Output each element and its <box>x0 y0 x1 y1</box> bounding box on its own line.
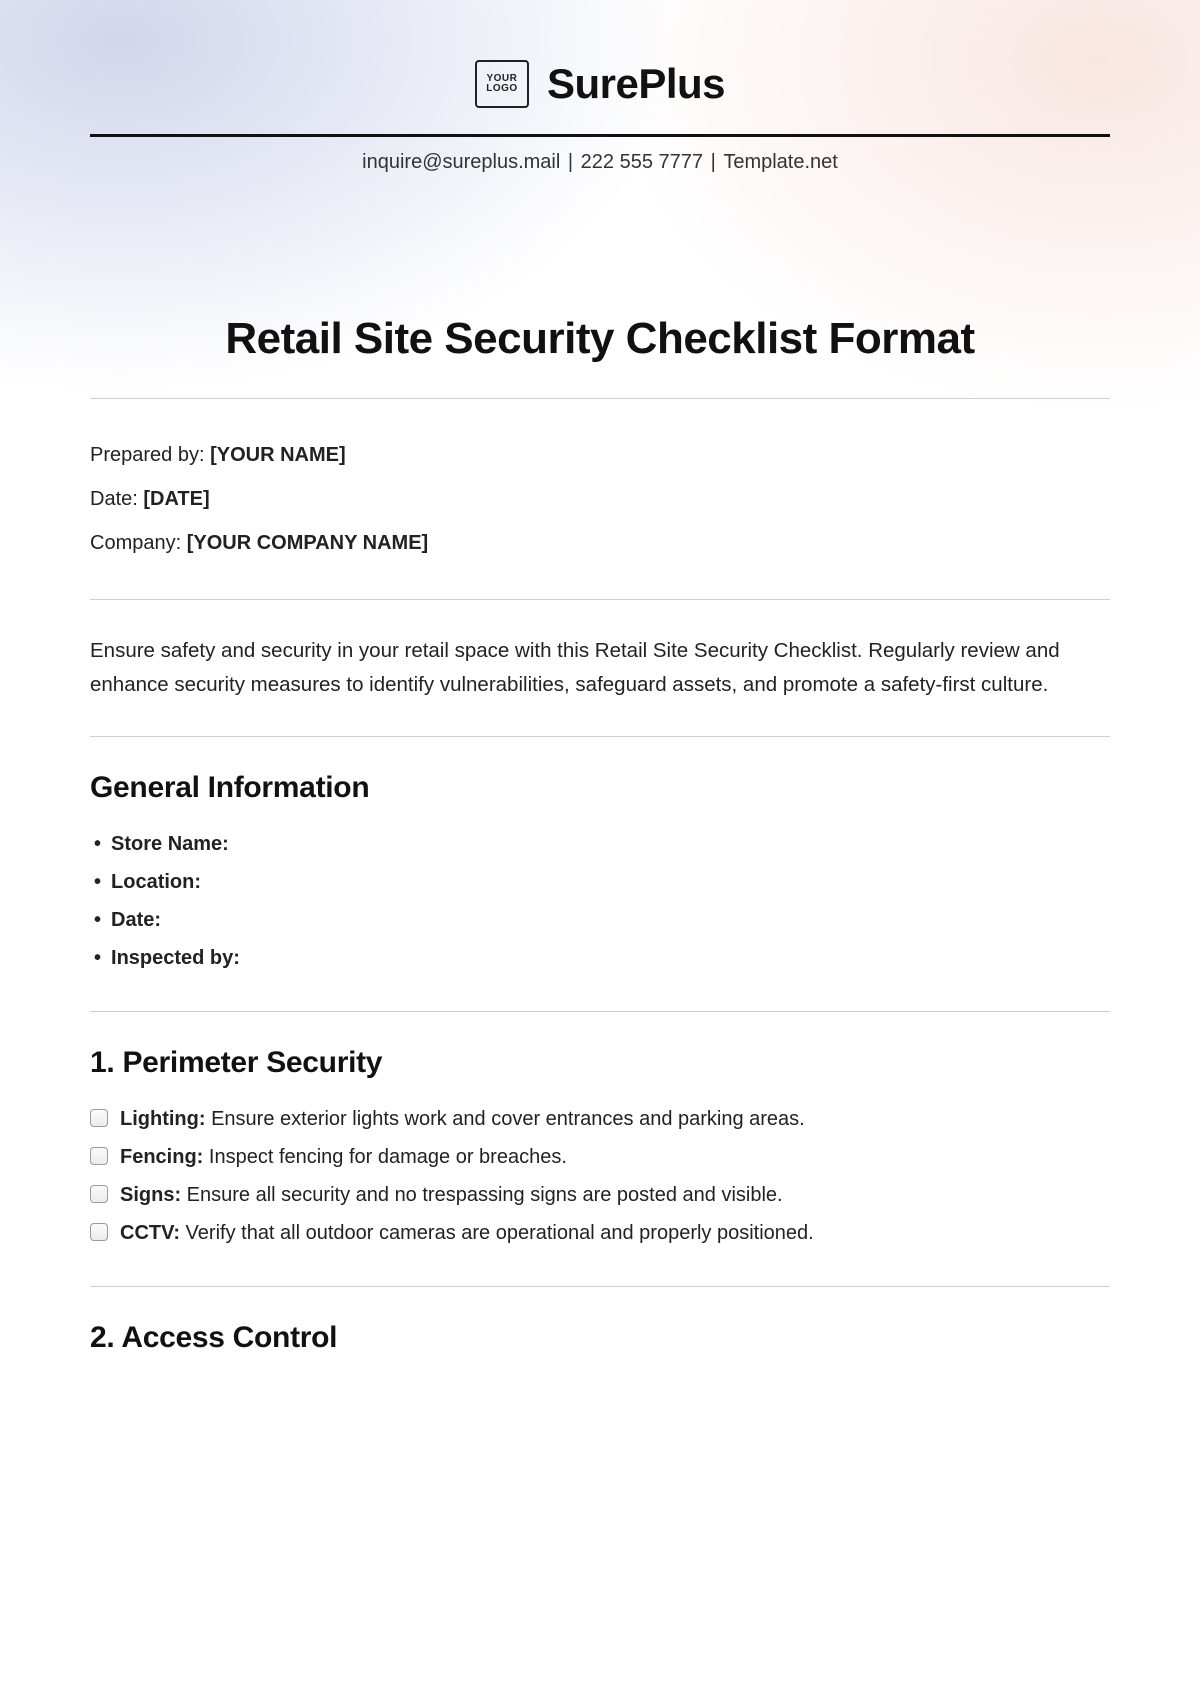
checklist-desc: Verify that all outdoor cameras are oper… <box>180 1222 814 1244</box>
separator: | <box>711 151 722 173</box>
checklist-item: Fencing: Inspect fencing for damage or b… <box>90 1138 1110 1176</box>
document-title: Retail Site Security Checklist Format <box>90 314 1110 364</box>
list-item-label: Store Name: <box>111 833 229 855</box>
meta-label: Date: <box>90 488 143 510</box>
list-item: Inspected by: <box>94 939 1110 977</box>
checklist-perimeter: Lighting: Ensure exterior lights work an… <box>90 1100 1110 1252</box>
checklist-item: Lighting: Ensure exterior lights work an… <box>90 1100 1110 1138</box>
list-item-label: Location: <box>111 871 201 893</box>
meta-prepared-by: Prepared by: [YOUR NAME] <box>90 433 1110 477</box>
intro-paragraph: Ensure safety and security in your retai… <box>90 634 1110 702</box>
meta-company: Company: [YOUR COMPANY NAME] <box>90 521 1110 565</box>
general-info-list: Store Name: Location: Date: Inspected by… <box>90 825 1110 977</box>
document-header: YOUR LOGO SurePlus <box>90 60 1110 108</box>
separator: | <box>568 151 579 173</box>
meta-label: Company: <box>90 532 187 554</box>
divider <box>90 1286 1110 1287</box>
checklist-text: CCTV: Verify that all outdoor cameras ar… <box>120 1214 814 1252</box>
list-item-label: Date: <box>111 909 161 931</box>
checklist-text: Signs: Ensure all security and no trespa… <box>120 1176 783 1214</box>
meta-value: [DATE] <box>143 488 209 510</box>
list-item-label: Inspected by: <box>111 947 240 969</box>
checklist-item: Signs: Ensure all security and no trespa… <box>90 1176 1110 1214</box>
checkbox-icon[interactable] <box>90 1147 108 1165</box>
contact-site: Template.net <box>723 151 838 173</box>
checkbox-icon[interactable] <box>90 1223 108 1241</box>
meta-value: [YOUR COMPANY NAME] <box>187 532 428 554</box>
contact-phone: 222 555 7777 <box>581 151 703 173</box>
logo-placeholder: YOUR LOGO <box>475 60 529 108</box>
header-divider <box>90 134 1110 137</box>
brand-name: SurePlus <box>547 60 725 108</box>
checklist-label: Signs: <box>120 1184 181 1206</box>
divider <box>90 736 1110 737</box>
checkbox-icon[interactable] <box>90 1109 108 1127</box>
checklist-text: Fencing: Inspect fencing for damage or b… <box>120 1138 567 1176</box>
checklist-label: CCTV: <box>120 1222 180 1244</box>
contact-line: inquire@sureplus.mail | 222 555 7777 | T… <box>90 151 1110 174</box>
checklist-desc: Inspect fencing for damage or breaches. <box>203 1146 567 1168</box>
checklist-text: Lighting: Ensure exterior lights work an… <box>120 1100 805 1138</box>
divider <box>90 398 1110 399</box>
meta-block: Prepared by: [YOUR NAME] Date: [DATE] Co… <box>90 433 1110 565</box>
checklist-desc: Ensure all security and no trespassing s… <box>181 1184 782 1206</box>
meta-value: [YOUR NAME] <box>210 444 346 466</box>
checklist-desc: Ensure exterior lights work and cover en… <box>206 1108 805 1130</box>
section-2-heading: 2. Access Control <box>90 1321 1110 1355</box>
checklist-label: Lighting: <box>120 1108 206 1130</box>
divider <box>90 1011 1110 1012</box>
section-1-heading: 1. Perimeter Security <box>90 1046 1110 1080</box>
meta-date: Date: [DATE] <box>90 477 1110 521</box>
checklist-item: CCTV: Verify that all outdoor cameras ar… <box>90 1214 1110 1252</box>
list-item: Store Name: <box>94 825 1110 863</box>
divider <box>90 599 1110 600</box>
list-item: Date: <box>94 901 1110 939</box>
section-general-heading: General Information <box>90 771 1110 805</box>
contact-email: inquire@sureplus.mail <box>362 151 560 173</box>
meta-label: Prepared by: <box>90 444 210 466</box>
checklist-label: Fencing: <box>120 1146 203 1168</box>
checkbox-icon[interactable] <box>90 1185 108 1203</box>
list-item: Location: <box>94 863 1110 901</box>
